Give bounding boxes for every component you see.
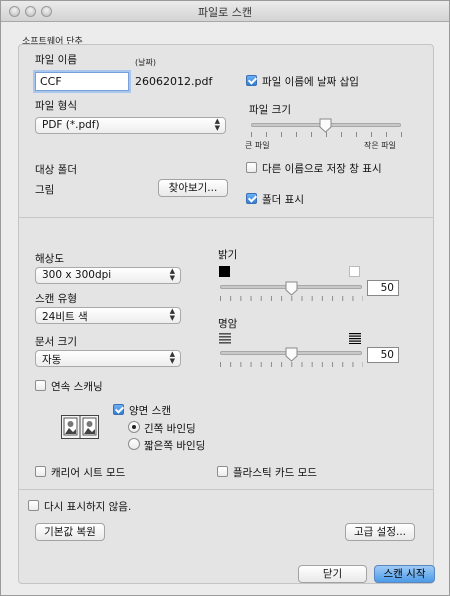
resolution-value: 300 x 300dpi [42,269,112,281]
section-divider [18,217,434,218]
contrast-label: 명암 [218,318,238,330]
carrier-sheet-checkbox[interactable] [35,466,46,477]
show-save-as-label: 다른 이름으로 저장 창 표시 [262,163,382,175]
scan-to-file-dialog: 파일로 스캔 소프트웨어 단추 파일 이름 (날짜) CCF 26062012.… [0,0,450,596]
footer-divider [18,489,434,490]
brightness-ticks [220,296,363,301]
scan-type-label: 스캔 유형 [35,293,77,305]
close-button[interactable]: 닫기 [298,565,367,583]
duplex-scan-icon [61,415,99,439]
brightness-label: 밝기 [218,249,238,261]
short-edge-binding-label: 짧은쪽 바인딩 [144,440,206,452]
dont-show-again-label: 다시 표시하지 않음. [44,501,132,513]
scan-type-select[interactable]: 24비트 색 ▲ ▼ [35,307,181,324]
brightness-slider-thumb[interactable] [285,281,298,296]
file-type-label: 파일 형식 [35,100,77,112]
continuous-scan-label: 연속 스캐닝 [51,381,103,393]
contrast-ticks [220,362,363,367]
resolution-label: 해상도 [35,253,64,265]
start-scan-button[interactable]: 스캔 시작 [374,565,435,583]
select-arrows-icon: ▲ ▼ [169,350,175,365]
restore-defaults-button[interactable]: 기본값 복원 [35,523,105,541]
file-name-label: 파일 이름 [35,54,77,66]
plastic-card-checkbox[interactable] [217,466,228,477]
carrier-sheet-label: 캐리어 시트 모드 [51,467,126,479]
window-title: 파일로 스캔 [197,6,253,19]
light-square-icon [349,266,360,277]
title-bar: 파일로 스캔 [1,1,449,22]
file-type-select[interactable]: PDF (*.pdf) ▲ ▼ [35,117,226,134]
document-size-value: 자동 [42,354,62,366]
browse-button[interactable]: 찾아보기... [158,179,228,197]
target-folder-value: 그림 [35,184,55,196]
duplex-scan-checkbox[interactable] [113,404,124,415]
file-size-slider-thumb[interactable] [319,118,332,133]
advanced-settings-button[interactable]: 고급 설정... [345,523,415,541]
document-size-select[interactable]: 자동 ▲ ▼ [35,350,181,367]
short-edge-binding-radio[interactable] [128,438,140,450]
contrast-slider-thumb[interactable] [285,347,298,362]
file-size-small-caption: 작은 파일 [364,141,396,150]
resolution-select[interactable]: 300 x 300dpi ▲ ▼ [35,267,181,284]
continuous-scan-checkbox[interactable] [35,380,46,391]
plastic-card-label: 플라스틱 카드 모드 [233,467,317,479]
insert-date-checkbox[interactable] [246,75,257,86]
show-folder-checkbox[interactable] [246,193,257,204]
insert-date-label: 파일 이름에 날짜 삽입 [262,76,359,88]
low-contrast-icon [219,333,231,344]
file-type-value: PDF (*.pdf) [42,119,100,131]
show-save-as-checkbox[interactable] [246,162,257,173]
contrast-value-field[interactable]: 50 [367,347,399,363]
target-folder-label: 대상 폴더 [35,164,77,176]
dark-square-icon [219,266,230,277]
long-edge-binding-radio[interactable] [128,421,140,433]
file-size-label: 파일 크기 [249,104,291,116]
file-name-input[interactable]: CCF [35,72,129,91]
high-contrast-icon [349,333,361,344]
select-arrows-icon: ▲ ▼ [214,117,220,132]
brightness-value-field[interactable]: 50 [367,280,399,296]
file-size-large-caption: 큰 파일 [245,141,270,150]
show-folder-label: 폴더 표시 [262,194,304,206]
long-edge-binding-label: 긴쪽 바인딩 [144,423,196,435]
file-name-suffix: 26062012.pdf [135,75,213,88]
date-caption: (날짜) [135,58,156,67]
scan-type-value: 24비트 색 [42,311,88,323]
select-arrows-icon: ▲ ▼ [169,307,175,322]
select-arrows-icon: ▲ ▼ [169,267,175,282]
document-size-label: 문서 크기 [35,336,77,348]
dont-show-again-checkbox[interactable] [28,500,39,511]
duplex-scan-label: 양면 스캔 [129,405,171,417]
